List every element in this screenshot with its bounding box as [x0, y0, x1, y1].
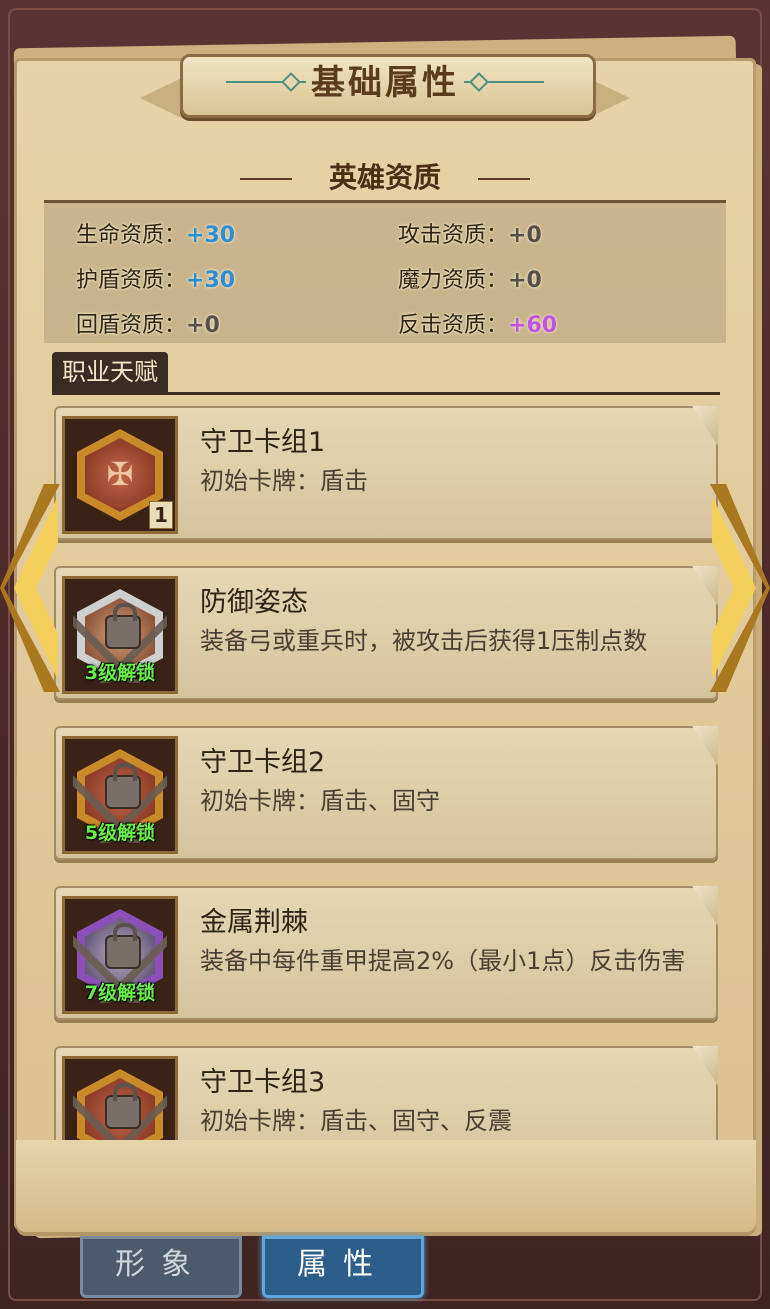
stat-value: +60 [508, 313, 558, 338]
talent-name: 守卫卡组2 [200, 747, 326, 778]
padlock-icon [105, 603, 141, 649]
talent-card[interactable]: 7级解锁 金属荆棘 装备中每件重甲提高2%（最小1点）反击伤害 [54, 886, 718, 1020]
talent-card[interactable]: 3级解锁 防御姿态 装备弓或重兵时，被攻击后获得1压制点数 [54, 566, 718, 700]
unlock-requirement: 5级解锁 [84, 822, 156, 844]
prev-arrow-icon[interactable] [0, 484, 60, 692]
talent-name: 守卫卡组1 [200, 427, 326, 458]
talent-description: 装备中每件重甲提高2%（最小1点）反击伤害 [200, 947, 686, 975]
stat-counter: 反击资质：+60 [398, 307, 557, 339]
unlock-requirement: 7级解锁 [84, 982, 156, 1004]
parchment-bottom-curl [16, 1140, 756, 1232]
next-arrow-icon[interactable] [710, 484, 770, 692]
stat-label: 生命资质： [76, 223, 187, 248]
stat-value: +30 [186, 268, 236, 293]
page-title: 基础属性 [311, 63, 459, 103]
talent-card[interactable]: ✠ 1 守卫卡组1 初始卡牌：盾击 [54, 406, 718, 540]
aptitude-stats-panel: 生命资质：+30 攻击资质：+0 护盾资质：+30 魔力资质：+0 回盾资质：+… [44, 200, 726, 343]
stat-value: +0 [508, 268, 542, 293]
talent-icon-frame: 7级解锁 [62, 896, 178, 1014]
tab-appearance[interactable]: 形象 [80, 1236, 242, 1298]
paper-curl [692, 886, 718, 926]
stat-shield-regen: 回盾资质：+0 [76, 307, 220, 339]
talents-divider [52, 392, 720, 395]
stat-value: +0 [508, 223, 542, 248]
stat-label: 护盾资质： [76, 268, 187, 293]
tab-attributes[interactable]: 属性 [262, 1236, 424, 1298]
paper-curl [692, 406, 718, 446]
padlock-icon [105, 923, 141, 969]
stat-value: +30 [186, 223, 236, 248]
talent-description: 装备弓或重兵时，被攻击后获得1压制点数 [200, 627, 648, 655]
padlock-icon [105, 763, 141, 809]
stat-magic: 魔力资质：+0 [398, 262, 542, 294]
padlock-icon [105, 1083, 141, 1129]
talent-description: 初始卡牌：盾击、固守、反震 [200, 1107, 512, 1135]
crossed-axes-emblem-icon: ✠ [106, 455, 134, 493]
talent-name: 守卫卡组3 [200, 1067, 326, 1098]
talents-tab-label: 职业天赋 [52, 352, 168, 392]
talent-icon-frame: ✠ 1 [62, 416, 178, 534]
talent-description: 初始卡牌：盾击、固守 [200, 787, 440, 815]
talent-card[interactable]: 5级解锁 守卫卡组2 初始卡牌：盾击、固守 [54, 726, 718, 860]
paper-curl [692, 726, 718, 766]
paper-curl [692, 1046, 718, 1086]
stat-hp: 生命资质：+30 [76, 217, 235, 249]
stat-label: 反击资质： [398, 313, 509, 338]
unlock-requirement: 3级解锁 [84, 662, 156, 684]
talent-description: 初始卡牌：盾击 [200, 467, 368, 495]
stat-shield: 护盾资质：+30 [76, 262, 235, 294]
stat-value: +0 [186, 313, 220, 338]
stat-label: 回盾资质： [76, 313, 187, 338]
talent-icon-frame: 5级解锁 [62, 736, 178, 854]
talent-icon-frame: 3级解锁 [62, 576, 178, 694]
talent-name: 金属荆棘 [200, 907, 308, 938]
stat-label: 攻击资质： [398, 223, 509, 248]
aptitude-heading: 英雄资质 [328, 161, 441, 194]
level-badge: 1 [149, 501, 173, 529]
stat-attack: 攻击资质：+0 [398, 217, 542, 249]
talent-name: 防御姿态 [200, 587, 308, 618]
stat-label: 魔力资质： [398, 268, 509, 293]
title-banner: 基础属性 [140, 48, 630, 124]
